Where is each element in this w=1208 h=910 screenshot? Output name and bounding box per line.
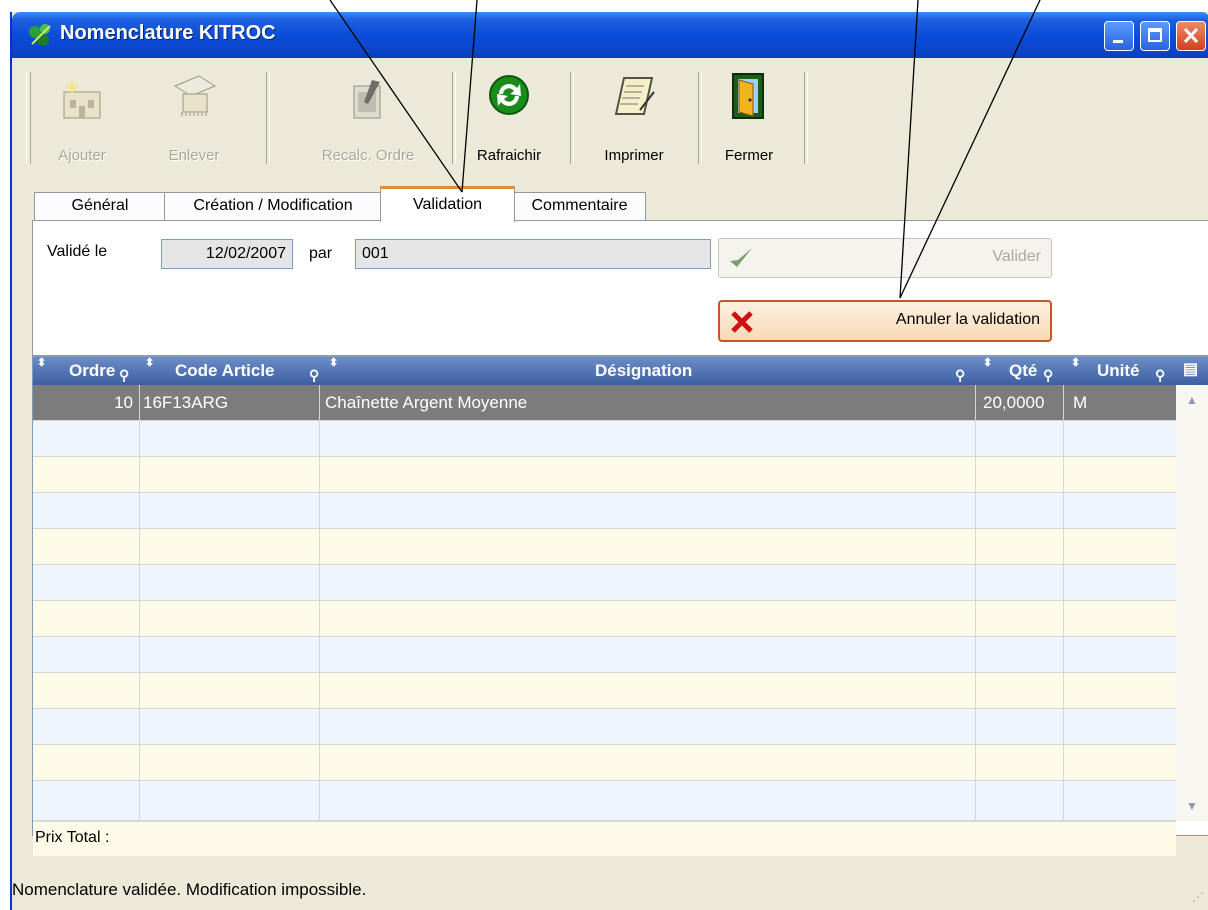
validate-button-label: Valider (992, 248, 1041, 265)
validated-by-label: par (309, 245, 333, 262)
remove-building-icon (173, 75, 217, 116)
validated-date-field[interactable]: 12/02/2007 (161, 239, 293, 269)
table-row[interactable] (33, 529, 1176, 565)
cell-ordre: 10 (114, 393, 133, 412)
table-row[interactable] (33, 673, 1176, 709)
cancel-validation-label: Annuler la validation (895, 311, 1040, 328)
column-header-unite[interactable]: ⬍ Unité ⚲ (1067, 357, 1173, 385)
window-title: Nomenclature KITROC (60, 22, 276, 44)
column-header-ordre[interactable]: ⬍ Ordre ⚲ (33, 357, 139, 385)
toolbar-grip[interactable] (26, 72, 31, 164)
table-row[interactable] (33, 745, 1176, 781)
refresh-icon (489, 75, 529, 115)
grid-header: ⬍ Ordre ⚲ ⬍ Code Article ⚲ ⬍ Désignation… (33, 357, 1208, 385)
maximize-icon (1148, 28, 1162, 42)
title-bar[interactable]: Nomenclature KITROC (12, 12, 1208, 58)
cell-unite: M (1073, 393, 1088, 412)
cancel-x-icon (731, 311, 753, 333)
toolbar-separator (804, 72, 808, 164)
components-grid: ⬍ Ordre ⚲ ⬍ Code Article ⚲ ⬍ Désignation… (32, 356, 1208, 856)
table-row[interactable] (33, 601, 1176, 637)
table-row[interactable] (33, 421, 1176, 457)
sort-arrows-icon[interactable]: ⬍ (983, 349, 992, 377)
column-divider (319, 385, 320, 821)
validate-button[interactable]: Valider (718, 238, 1052, 278)
sort-arrows-icon[interactable]: ⬍ (145, 349, 154, 377)
column-header-code-article[interactable]: ⬍ Code Article ⚲ (141, 357, 347, 385)
application-window: Nomenclature KITROC Ajouter Enlever Reca… (10, 12, 1208, 910)
cell-code-article: 16F13ARG (143, 393, 229, 412)
refresh-button[interactable]: Rafraichir (454, 64, 564, 170)
tab-validation[interactable]: Validation (380, 186, 515, 222)
cell-designation: Chaînette Argent Moyenne (325, 393, 528, 412)
table-row[interactable]: 10 16F13ARG Chaînette Argent Moyenne 20,… (33, 385, 1176, 421)
maximize-button[interactable] (1140, 21, 1170, 51)
table-row[interactable] (33, 457, 1176, 493)
print-button[interactable]: Imprimer (574, 64, 694, 170)
scroll-up-icon[interactable]: ▲ (1186, 393, 1198, 407)
remove-button[interactable]: Enlever (148, 64, 240, 170)
sort-arrows-icon[interactable]: ⬍ (37, 349, 46, 377)
sort-arrows-icon[interactable]: ⬍ (1071, 349, 1080, 377)
close-button[interactable] (1176, 21, 1206, 51)
minimize-icon (1113, 40, 1123, 43)
column-divider (139, 385, 140, 821)
minimize-button[interactable] (1104, 21, 1134, 51)
recalc-document-icon (353, 80, 381, 119)
status-text: Nomenclature validée. Modification impos… (12, 880, 367, 899)
column-header-designation[interactable]: ⬍ Désignation ⚲ (323, 357, 975, 385)
validation-panel: Validé le 12/02/2007 par 001 Valider Ann… (32, 220, 1208, 356)
add-button[interactable]: Ajouter (36, 64, 128, 170)
column-divider (1063, 385, 1064, 821)
tab-commentaire[interactable]: Commentaire (513, 192, 646, 220)
table-row[interactable] (33, 565, 1176, 601)
table-row[interactable] (33, 709, 1176, 745)
status-bar: Nomenclature validée. Modification impos… (12, 840, 1208, 910)
validated-date-label: Validé le (47, 243, 108, 260)
exit-door-icon (732, 73, 764, 119)
toolbar: Ajouter Enlever Recalc. Ordre Rafraichir… (12, 58, 1208, 174)
table-row[interactable] (33, 493, 1176, 529)
sort-arrows-icon[interactable]: ⬍ (329, 349, 338, 377)
recalc-order-button[interactable]: Recalc. Ordre (292, 64, 444, 170)
close-window-button[interactable]: Fermer (702, 64, 796, 170)
add-building-icon (63, 80, 101, 119)
tab-creation-modification[interactable]: Création / Modification (164, 192, 382, 220)
checkmark-icon (730, 248, 752, 267)
table-row[interactable] (33, 781, 1176, 821)
app-logo-icon (29, 24, 51, 46)
column-divider (975, 385, 976, 821)
validated-by-field[interactable]: 001 (355, 239, 711, 269)
print-scroll-icon (614, 77, 655, 115)
column-chooser-icon[interactable]: ▤ (1183, 359, 1198, 379)
resize-grip-icon[interactable]: ⋰ (1192, 890, 1204, 904)
cancel-validation-button[interactable]: Annuler la validation (718, 300, 1052, 342)
cell-qte: 20,0000 (983, 393, 1045, 412)
tab-general[interactable]: Général (34, 192, 166, 220)
table-row[interactable] (33, 637, 1176, 673)
toolbar-separator (266, 72, 270, 164)
scroll-down-icon[interactable]: ▼ (1186, 799, 1198, 813)
close-icon (1183, 27, 1199, 44)
column-header-qte[interactable]: ⬍ Qté ⚲ (979, 357, 1065, 385)
vertical-scrollbar[interactable]: ▲ ▼ (1176, 385, 1208, 821)
